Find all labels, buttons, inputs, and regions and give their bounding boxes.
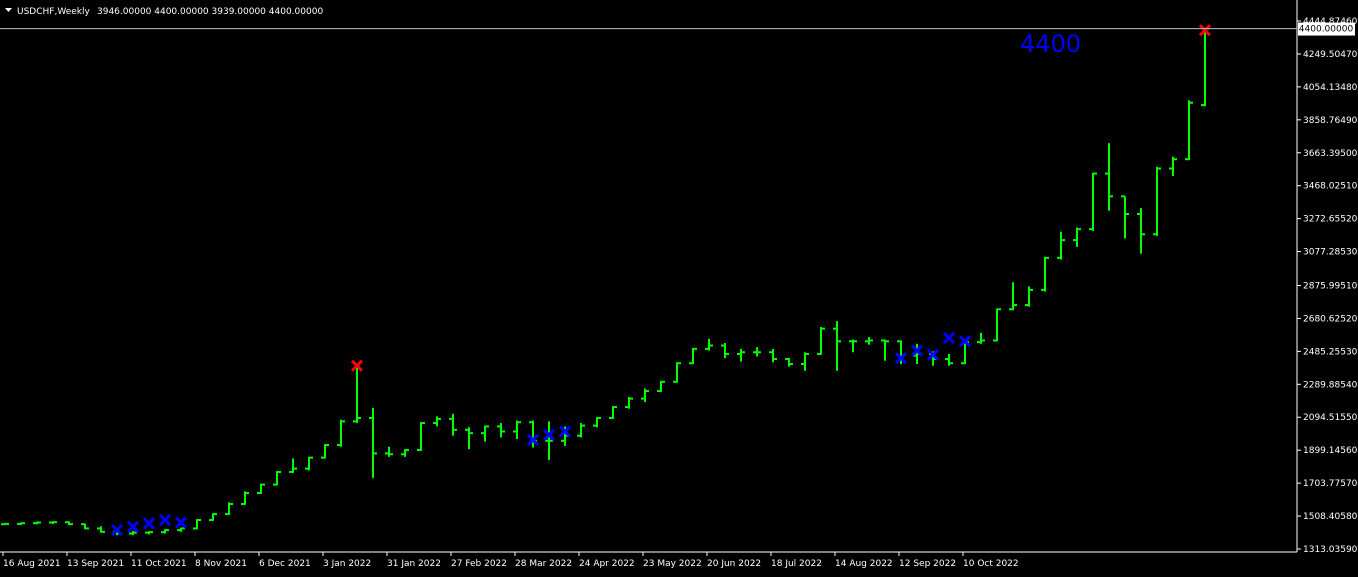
x-tick-label: 28 Mar 2022 [515,559,572,569]
y-tick-label: 1703.77570 [1303,479,1358,489]
chart-window[interactable]: 4444.87460 4249.50470 4054.13480 3858.76490… [0,0,1358,573]
y-tick-label: 2289.88540 [1303,380,1358,390]
x-tick-label: 13 Sep 2021 [67,559,124,569]
y-tick-label: 1899.14560 [1303,446,1358,456]
y-tick-label: 1508.40580 [1303,512,1358,522]
x-tick-label: 12 Sep 2022 [899,559,956,569]
x-tick-label: 14 Aug 2022 [835,559,893,569]
x-tick-label: 10 Oct 2022 [963,559,1019,569]
chart-symbol: USDCHF,Weekly [17,7,90,17]
x-tick-label: 20 Jun 2022 [707,559,761,569]
y-tick-label: 2875.99510 [1303,281,1358,291]
x-tick-label: 3 Jan 2022 [323,559,371,569]
price-chart[interactable]: 4444.874604249.504704054.134803858.76490… [0,0,1358,573]
y-tick-label: 1313.03590 [1303,545,1358,555]
x-tick-label: 16 Aug 2021 [3,559,61,569]
y-tick-label: 3468.02510 [1303,182,1358,192]
chart-ohlc: 3946.00000 4400.00000 3939.00000 4400.00… [97,7,323,17]
x-tick-label: 31 Jan 2022 [387,559,441,569]
x-tick-label: 23 May 2022 [643,559,702,569]
x-tick-label: 27 Feb 2022 [451,559,507,569]
y-tick-label: 2680.62520 [1303,314,1358,324]
y-tick-label: 3272.65520 [1303,215,1358,225]
y-tick-label: 3858.76490 [1303,116,1358,126]
plot-area[interactable] [0,0,1297,552]
y-tick-label: 3077.28530 [1303,248,1358,258]
y-tick-label: 4249.50470 [1303,50,1358,60]
ohlc-bar[interactable] [1,522,9,526]
y-tick-label: 2094.51550 [1303,413,1358,423]
y-tick-label: 2485.25530 [1303,347,1358,357]
x-tick-label: 11 Oct 2021 [131,559,187,569]
x-tick-label: 8 Nov 2021 [195,559,247,569]
x-tick-label: 24 Apr 2022 [579,559,635,569]
y-tick-label: 4054.13480 [1303,83,1358,93]
y-tick-label: 3663.39500 [1303,149,1358,159]
x-tick-label: 18 Jul 2022 [771,559,822,569]
current-price-label: 4400.00000 [1299,25,1354,35]
price-annotation: 4400 [1020,30,1081,58]
x-tick-label: 6 Dec 2021 [259,559,311,569]
